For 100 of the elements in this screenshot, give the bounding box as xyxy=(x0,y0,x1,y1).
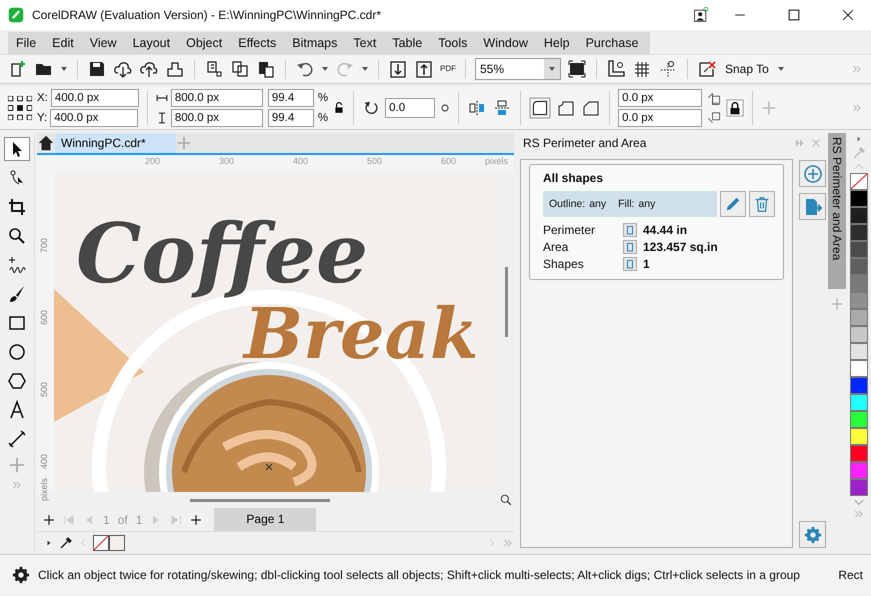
menu-item[interactable]: Tools xyxy=(430,32,476,54)
result-value: 1 xyxy=(643,257,651,271)
snap-off-icon[interactable] xyxy=(697,59,717,79)
color-swatch[interactable] xyxy=(850,462,868,479)
menu-item[interactable]: Window xyxy=(475,32,536,54)
close-icon[interactable] xyxy=(842,9,854,21)
filter-label: Outline: xyxy=(549,198,586,210)
eyedropper-icon[interactable] xyxy=(59,536,73,550)
home-icon[interactable] xyxy=(37,134,55,152)
add-page-icon[interactable] xyxy=(43,514,55,526)
color-swatch[interactable] xyxy=(850,479,868,496)
pdf-export-button[interactable]: PDF xyxy=(440,65,456,73)
rotation-field[interactable]: 0.0 xyxy=(385,98,436,118)
paste-icon[interactable] xyxy=(256,59,276,79)
export-icon[interactable] xyxy=(414,59,434,79)
scale-y-field[interactable]: 99.4 xyxy=(268,109,314,127)
card-title: All shapes xyxy=(543,171,604,185)
corner-top-icon[interactable] xyxy=(707,91,722,107)
zoom-to-fit-icon[interactable] xyxy=(500,494,512,506)
object-type-label: Rect xyxy=(838,568,863,582)
menu-item[interactable]: File xyxy=(8,32,44,54)
menu-item[interactable]: Help xyxy=(536,32,578,54)
no-color-swatch[interactable] xyxy=(850,173,868,190)
total-pages: 1 xyxy=(136,512,142,526)
document-color-swatch[interactable] xyxy=(109,535,125,551)
docker-side-tab[interactable]: RS Perimeter and Area xyxy=(828,133,846,289)
color-swatch[interactable] xyxy=(850,360,868,377)
color-swatch[interactable] xyxy=(850,224,868,241)
maximize-icon[interactable] xyxy=(788,9,800,21)
reference-point-icon[interactable] xyxy=(8,96,32,120)
account-icon[interactable] xyxy=(693,6,709,24)
width-field[interactable]: 800.0 px xyxy=(170,89,263,107)
color-swatch[interactable] xyxy=(850,377,868,394)
copy-button[interactable] xyxy=(623,257,637,271)
menu-item[interactable]: Bitmaps xyxy=(284,32,346,54)
no-color-swatch[interactable] xyxy=(93,535,109,551)
menu-item[interactable]: Edit xyxy=(44,32,82,54)
menu-item[interactable]: Object xyxy=(178,32,230,54)
settings-icon[interactable] xyxy=(12,566,30,584)
color-swatch[interactable] xyxy=(850,258,868,275)
menu-item[interactable]: Layout xyxy=(124,32,178,54)
gear-icon xyxy=(804,526,822,544)
pointer-tool[interactable] xyxy=(4,137,30,161)
menu-item[interactable]: Purchase xyxy=(578,32,646,54)
ruler-label: 700 xyxy=(39,238,49,254)
y-position-field[interactable]: 400.0 px xyxy=(50,109,138,127)
color-swatch[interactable] xyxy=(850,428,868,445)
edit-button[interactable] xyxy=(720,191,746,217)
page-tab[interactable]: Page 1 xyxy=(214,508,316,531)
menu-item[interactable]: Table xyxy=(384,32,430,54)
grid-icon[interactable] xyxy=(632,59,652,79)
rotate-icon[interactable] xyxy=(362,99,380,117)
color-swatch[interactable] xyxy=(850,309,868,326)
import-icon[interactable] xyxy=(388,59,408,79)
save-icon[interactable] xyxy=(87,59,107,79)
color-swatch[interactable] xyxy=(850,275,868,292)
corner-radius-field[interactable]: 0.0 px xyxy=(618,109,702,127)
color-swatch[interactable] xyxy=(850,445,868,462)
width-icon[interactable] xyxy=(156,92,168,104)
color-swatch[interactable] xyxy=(850,343,868,360)
color-swatch[interactable] xyxy=(850,394,868,411)
color-swatch[interactable] xyxy=(850,411,868,428)
height-field[interactable]: 800.0 px xyxy=(170,109,263,127)
menu-item[interactable]: Effects xyxy=(230,32,284,54)
copy-button[interactable] xyxy=(623,223,637,237)
x-position-field[interactable]: 400.0 px xyxy=(50,89,139,107)
rulers-icon[interactable] xyxy=(606,59,626,79)
cloud-download-icon[interactable] xyxy=(113,59,133,79)
zoom-level-dropdown[interactable]: 55% xyxy=(475,58,561,80)
color-swatch[interactable] xyxy=(850,241,868,258)
copy-icon[interactable] xyxy=(230,59,250,79)
document-tab[interactable]: WinningPC.cdr* xyxy=(55,133,176,153)
lock-icon[interactable] xyxy=(333,102,346,114)
full-screen-icon[interactable] xyxy=(567,59,587,79)
page-of-label: of xyxy=(118,512,128,526)
snap-to-dropdown[interactable]: Snap To xyxy=(723,62,771,76)
color-swatch[interactable] xyxy=(850,190,868,207)
round-corner-icon[interactable] xyxy=(529,97,552,119)
menu-item[interactable]: Text xyxy=(345,32,384,54)
corner-radius-field[interactable]: 0.0 px xyxy=(618,89,702,107)
zoom-icon xyxy=(7,226,27,246)
add-button[interactable] xyxy=(799,160,826,187)
delete-button[interactable] xyxy=(749,191,775,217)
export-button[interactable] xyxy=(799,193,826,220)
cloud-upload-icon[interactable] xyxy=(139,59,159,79)
lock-icon[interactable] xyxy=(726,98,744,118)
docker-title: RS Perimeter and Area xyxy=(523,136,648,150)
color-swatch[interactable] xyxy=(850,207,868,224)
vertical-scrollbar-thumb[interactable] xyxy=(505,267,508,337)
settings-button[interactable] xyxy=(799,521,826,548)
color-swatch[interactable] xyxy=(850,292,868,309)
color-swatch[interactable] xyxy=(850,326,868,343)
scale-x-field[interactable]: 99.4 xyxy=(268,89,314,107)
copy-button[interactable] xyxy=(623,240,637,254)
trash-icon xyxy=(753,195,771,213)
expand-arrow-icon[interactable] xyxy=(45,538,53,548)
add-page-icon[interactable] xyxy=(190,514,202,526)
horizontal-scrollbar-thumb[interactable] xyxy=(190,498,330,502)
menu-item[interactable]: View xyxy=(82,32,125,54)
ruler-label: 500 xyxy=(367,156,382,166)
